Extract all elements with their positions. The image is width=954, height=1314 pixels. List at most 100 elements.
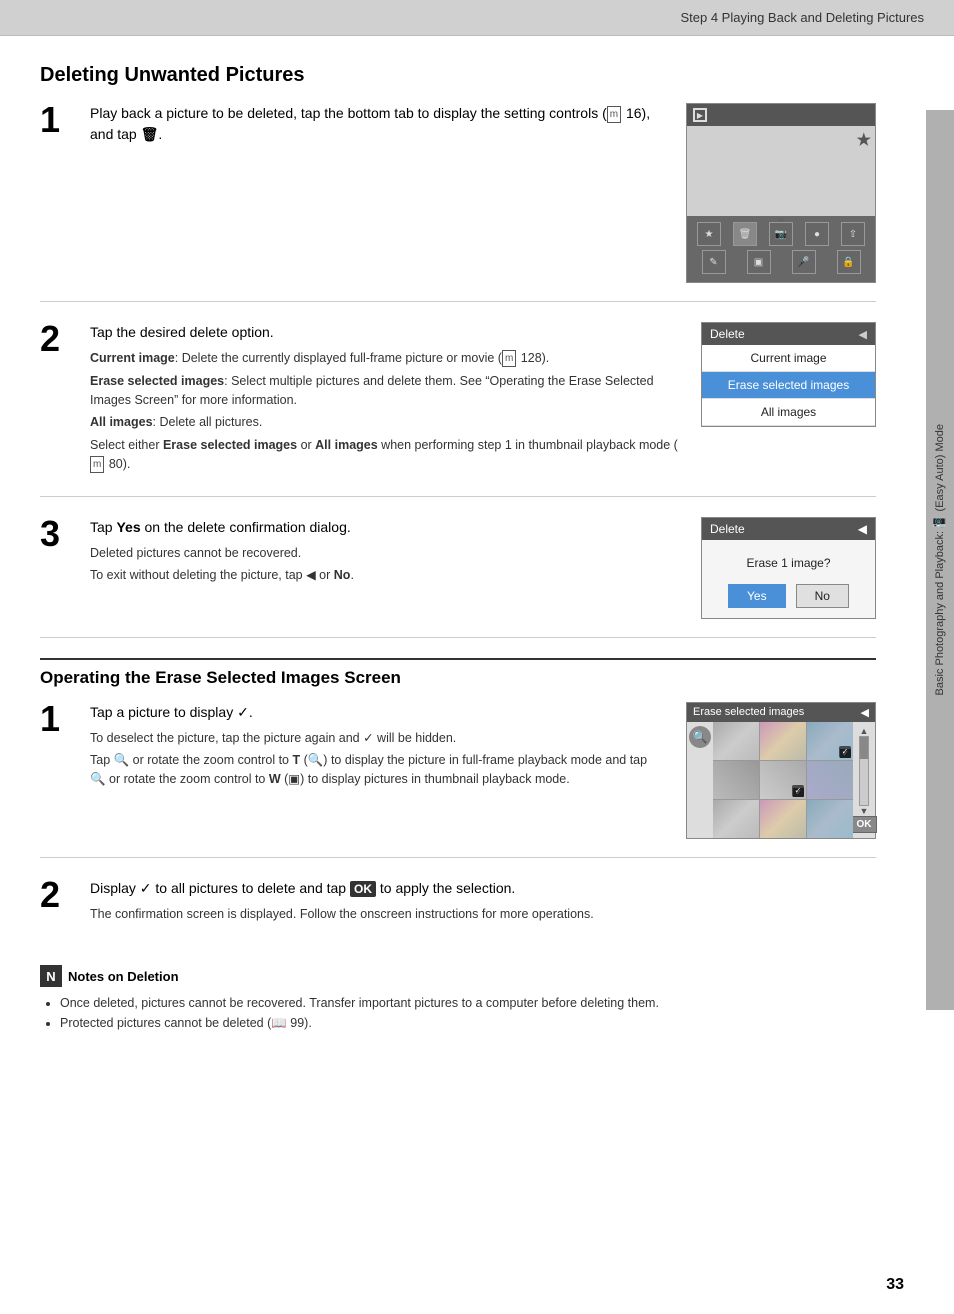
step1-image: ▶ ★ ▼ ★ 🗑 📷 ● ⇧ ✎ ▣ bbox=[686, 103, 876, 283]
section2-step2-content: Display ✓ to all pictures to delete and … bbox=[90, 878, 876, 928]
confirm-yes-button[interactable]: Yes bbox=[728, 584, 786, 608]
step2-number: 2 bbox=[40, 318, 90, 360]
notes-title: Notes on Deletion bbox=[68, 969, 179, 984]
delete-menu-header: Delete ◀ bbox=[702, 323, 875, 345]
step2-title: Tap the desired delete option. bbox=[90, 322, 681, 343]
confirm-back-icon: ◀ bbox=[858, 522, 867, 536]
erase-header-back: ◀ bbox=[861, 706, 869, 719]
section2-step2-number: 2 bbox=[40, 874, 90, 916]
section2-step1-sub2: Tap 🔍 or rotate the zoom control to T (🔍… bbox=[90, 751, 666, 789]
erase-scroll-down: ▼ bbox=[860, 806, 869, 816]
page-header: Step 4 Playing Back and Deleting Picture… bbox=[0, 0, 954, 36]
notes-icon: N bbox=[40, 965, 62, 987]
step2-sub4: Select either Erase selected images or A… bbox=[90, 436, 681, 474]
confirm-text: Erase 1 image? bbox=[746, 556, 830, 570]
confirm-dialog: Delete ◀ Erase 1 image? Yes No bbox=[701, 517, 876, 619]
cam-icon-fork: 🔒 bbox=[837, 250, 861, 274]
section1-title: Deleting Unwanted Pictures bbox=[40, 64, 876, 87]
delete-menu: Delete ◀ Current image Erase selected im… bbox=[701, 322, 876, 427]
cam-icon-trash: 🗑 bbox=[733, 222, 757, 246]
confirm-body: Erase 1 image? bbox=[702, 540, 875, 578]
delete-menu-item-all: All images bbox=[702, 399, 875, 426]
cam-bottom-panel: ★ 🗑 📷 ● ⇧ ✎ ▣ 🎤 🔒 bbox=[687, 216, 875, 282]
erase-thumb-6 bbox=[807, 761, 853, 799]
step3-row: 3 Tap Yes on the delete confirmation dia… bbox=[40, 517, 876, 638]
section2-step2-title: Display ✓ to all pictures to delete and … bbox=[90, 878, 876, 899]
camera-ui-screenshot: ▶ ★ ▼ ★ 🗑 📷 ● ⇧ ✎ ▣ bbox=[686, 103, 876, 283]
header-title: Step 4 Playing Back and Deleting Picture… bbox=[680, 10, 924, 25]
erase-scroll-up: ▲ bbox=[860, 726, 869, 736]
cam-icon-photos: 📷 bbox=[769, 222, 793, 246]
step3-title: Tap Yes on the delete confirmation dialo… bbox=[90, 517, 681, 538]
cam-icon-star: ★ bbox=[697, 222, 721, 246]
erase-ok-button[interactable]: OK bbox=[852, 816, 877, 833]
erase-header: Erase selected images ◀ bbox=[687, 703, 875, 722]
page-number: 33 bbox=[886, 1276, 904, 1294]
section2-step1-sub1: To deselect the picture, tap the picture… bbox=[90, 729, 666, 748]
confirm-no-button[interactable]: No bbox=[796, 584, 849, 608]
step2-sub3: All images: Delete all pictures. bbox=[90, 413, 681, 432]
erase-thumb-5: ✓ bbox=[760, 761, 806, 799]
erase-thumb-2 bbox=[760, 722, 806, 760]
delete-menu-back-icon: ◀ bbox=[859, 328, 867, 341]
step2-row: 2 Tap the desired delete option. Current… bbox=[40, 322, 876, 497]
cam-icon-upload: ⇧ bbox=[841, 222, 865, 246]
step2-content: Tap the desired delete option. Current i… bbox=[90, 322, 701, 478]
cam-top-bar: ▶ bbox=[687, 104, 875, 126]
step3-image: Delete ◀ Erase 1 image? Yes No bbox=[701, 517, 876, 619]
cam-icon-pencil: ✎ bbox=[702, 250, 726, 274]
erase-header-title: Erase selected images bbox=[693, 706, 804, 718]
erase-thumb-9 bbox=[807, 800, 853, 838]
confirm-title: Delete bbox=[710, 522, 745, 536]
confirm-buttons: Yes No bbox=[702, 578, 875, 618]
step1-content: Play back a picture to be deleted, tap t… bbox=[90, 103, 686, 151]
notes-item-1: Once deleted, pictures cannot be recover… bbox=[60, 993, 876, 1013]
delete-menu-item-erase: Erase selected images bbox=[702, 372, 875, 399]
sidebar-tab: Basic Photography and Playback: 📷 (Easy … bbox=[926, 110, 954, 1010]
erase-thumb-4 bbox=[713, 761, 759, 799]
erase-grid: ✓ ✓ bbox=[713, 722, 853, 838]
step2-sub1: Current image: Delete the currently disp… bbox=[90, 349, 681, 368]
section2-step1-row: 1 Tap a picture to display ✓. To deselec… bbox=[40, 702, 876, 858]
erase-zoom-icon: 🔍 bbox=[689, 726, 711, 748]
step1-text: Play back a picture to be deleted, tap t… bbox=[90, 103, 666, 145]
step2-image: Delete ◀ Current image Erase selected im… bbox=[701, 322, 876, 427]
section2-step1-content: Tap a picture to display ✓. To deselect … bbox=[90, 702, 686, 793]
step3-sub1: Deleted pictures cannot be recovered. bbox=[90, 544, 681, 563]
erase-thumb-7 bbox=[713, 800, 759, 838]
cam-icon-circle: ● bbox=[805, 222, 829, 246]
erase-thumb-1 bbox=[713, 722, 759, 760]
notes-list: Once deleted, pictures cannot be recover… bbox=[40, 993, 876, 1033]
notes-item-2: Protected pictures cannot be deleted (📖 … bbox=[60, 1013, 876, 1033]
delete-menu-item-current: Current image bbox=[702, 345, 875, 372]
notes-header: N Notes on Deletion bbox=[40, 965, 876, 987]
step1-row: 1 Play back a picture to be deleted, tap… bbox=[40, 103, 876, 302]
erase-scrollbar bbox=[859, 736, 869, 806]
cam-icon-check: ▣ bbox=[747, 250, 771, 274]
cam-star: ★ bbox=[857, 130, 871, 150]
cam-icon-mic: 🎤 bbox=[792, 250, 816, 274]
step2-sub2: Erase selected images: Select multiple p… bbox=[90, 372, 681, 410]
section2-title: Operating the Erase Selected Images Scre… bbox=[40, 658, 876, 688]
section2-step1-image: Erase selected images ◀ 🔍 ✓ ✓ bbox=[686, 702, 876, 839]
cam-icon-row-2: ✎ ▣ 🎤 🔒 bbox=[691, 250, 871, 274]
step3-number: 3 bbox=[40, 513, 90, 555]
erase-left-bar: 🔍 bbox=[687, 722, 713, 838]
erase-thumb-8 bbox=[760, 800, 806, 838]
main-content: Deleting Unwanted Pictures 1 Play back a… bbox=[0, 36, 926, 1063]
notes-section: N Notes on Deletion Once deleted, pictur… bbox=[40, 965, 876, 1033]
erase-selected-ui: Erase selected images ◀ 🔍 ✓ ✓ bbox=[686, 702, 876, 839]
sidebar-label: Basic Photography and Playback: 📷 (Easy … bbox=[933, 424, 947, 695]
erase-body-row: 🔍 ✓ ✓ ▲ bbox=[687, 722, 875, 838]
cam-icon-row-1: ★ 🗑 📷 ● ⇧ bbox=[691, 222, 871, 246]
section2-step2-sub1: The confirmation screen is displayed. Fo… bbox=[90, 905, 876, 924]
erase-scroll-handle bbox=[860, 737, 868, 759]
step1-number: 1 bbox=[40, 99, 90, 141]
section2-step1-number: 1 bbox=[40, 698, 90, 740]
section2-step1-title: Tap a picture to display ✓. bbox=[90, 702, 666, 723]
confirm-dialog-header: Delete ◀ bbox=[702, 518, 875, 540]
step3-content: Tap Yes on the delete confirmation dialo… bbox=[90, 517, 701, 590]
erase-thumb-3: ✓ bbox=[807, 722, 853, 760]
erase-right-bar: ▲ ▼ OK bbox=[853, 722, 875, 838]
delete-menu-title: Delete bbox=[710, 327, 745, 341]
